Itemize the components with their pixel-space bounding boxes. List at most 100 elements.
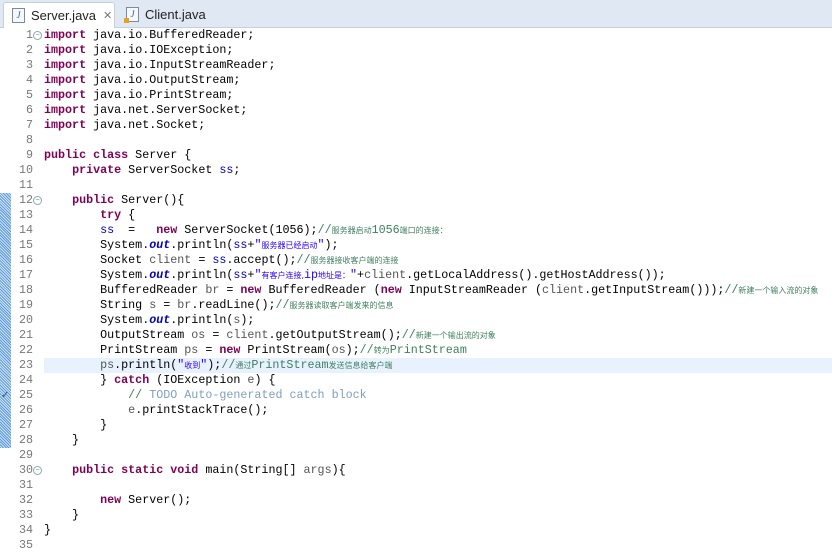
line-number: 16 [18, 253, 33, 267]
code-token-cmtc: 新建一个输出流的对象 [415, 331, 496, 340]
code-line[interactable]: } [44, 433, 79, 448]
change-marker[interactable] [0, 193, 11, 448]
code-token-p: System. [44, 313, 150, 327]
code-line[interactable]: System.out.println(ss+"服务器已经启动"); [44, 238, 338, 253]
line-number: 25 [18, 388, 33, 402]
code-token-cmtc: 端口的连接： [399, 226, 448, 235]
code-token-p: .getOutputStream(); [268, 328, 402, 342]
fold-collapse-icon[interactable]: − [33, 196, 42, 205]
code-editor[interactable]: 1− import java.io.BufferedReader; 2 import … [0, 28, 832, 557]
code-token-cmt: PrintStream [251, 358, 329, 372]
code-token-p [44, 403, 128, 417]
code-line[interactable]: } [44, 418, 107, 433]
code-token-strc: 服务器已经启动 [261, 241, 318, 250]
code-line[interactable]: import java.net.ServerSocket; [44, 103, 247, 118]
tab-client-java[interactable]: J Client.java [118, 2, 218, 27]
code-line[interactable]: private ServerSocket ss; [44, 163, 240, 178]
code-token-p: .readLine(); [191, 298, 276, 312]
code-token-p: } [44, 523, 52, 537]
code-line[interactable]: String s = br.readLine();//服务器读取客户端发来的信息 [44, 298, 393, 313]
line-number: 1 [25, 28, 33, 42]
code-line[interactable]: import java.io.BufferedReader; [44, 28, 254, 43]
code-token-loc: ps [100, 358, 115, 372]
line-number: 3 [25, 58, 33, 72]
code-line[interactable]: } [44, 523, 51, 538]
line-number: 22 [18, 343, 33, 357]
code-token-kw: import [44, 58, 87, 72]
code-token-str: ip [304, 268, 319, 282]
code-token-loc: args [303, 463, 332, 477]
code-token-kw: public class [44, 148, 129, 162]
code-token-p: ); [345, 343, 360, 357]
code-token-cmt: // [128, 388, 150, 402]
code-token-loc: client [364, 268, 407, 282]
code-token-p: ; [233, 163, 241, 177]
code-line[interactable]: ss = new ServerSocket(1056);//服务器启动1056端… [44, 223, 448, 238]
code-token-cmt: 1056 [371, 223, 400, 237]
line-number: 35 [18, 538, 33, 552]
fold-collapse-icon[interactable]: − [33, 466, 42, 475]
code-token-p: } [44, 433, 80, 447]
code-line[interactable]: import java.io.OutputStream; [44, 73, 240, 88]
code-token-fld: ss [100, 223, 115, 237]
code-token-p: Server { [128, 148, 192, 162]
java-file-icon: J [12, 8, 25, 23]
code-token-kw: catch [114, 373, 150, 387]
code-line[interactable]: PrintStream ps = new PrintStream(os);//转… [44, 343, 467, 358]
code-line[interactable]: BufferedReader br = new BufferedReader (… [44, 283, 818, 298]
fold-collapse-icon[interactable]: − [33, 31, 42, 40]
line-number: 11 [18, 178, 33, 192]
code-line[interactable]: public static void main(String[] args){ [44, 463, 346, 478]
code-token-strc: 地址是： [318, 271, 351, 280]
code-line[interactable]: Socket client = ss.accept();//服务器接收客户端的连… [44, 253, 398, 268]
code-line[interactable]: ps.println("收到");//通过PrintStream发送信息给客户端 [44, 358, 393, 373]
code-token-kw: try [100, 208, 122, 222]
code-token-p [44, 388, 128, 402]
code-token-str: " [350, 268, 358, 282]
code-line[interactable]: // TODO Auto-generated catch block [44, 388, 366, 403]
code-token-cmtc: 发送信息给客户端 [328, 361, 393, 370]
code-token-kw: private [72, 163, 122, 177]
code-token-p: ); [207, 358, 222, 372]
code-line[interactable]: try { [44, 208, 135, 223]
code-token-p: Socket [44, 253, 150, 267]
code-token-cmt: // [221, 358, 236, 372]
tab-server-java[interactable]: J Server.java ✕ [3, 2, 115, 28]
code-token-p [44, 193, 72, 207]
code-token-p: OutputStream [44, 328, 192, 342]
code-line[interactable]: import java.io.IOException; [44, 43, 233, 58]
code-token-strc: 有客户连接, [261, 271, 304, 280]
code-token-p: Server(){ [114, 193, 185, 207]
line-number: 30 [18, 463, 33, 477]
line-number: 24 [18, 373, 33, 387]
code-token-fld: ss [233, 268, 248, 282]
code-line[interactable]: public class Server { [44, 148, 191, 163]
code-line[interactable]: OutputStream os = client.getOutputStream… [44, 328, 496, 343]
code-line[interactable]: import java.net.Socket; [44, 118, 205, 133]
code-token-p: java.io.PrintStream; [86, 88, 234, 102]
code-line[interactable]: System.out.println(s); [44, 313, 254, 328]
line-number: 23 [18, 358, 33, 372]
code-line[interactable]: e.printStackTrace(); [44, 403, 268, 418]
code-token-p: main(String[] [198, 463, 304, 477]
code-token-p: .printStackTrace(); [135, 403, 269, 417]
code-token-p: ServerSocket [121, 163, 220, 177]
line-number: 10 [18, 163, 33, 177]
code-token-cmt: // [296, 253, 311, 267]
code-line[interactable]: public Server(){ [44, 193, 184, 208]
code-line[interactable]: new Server(); [44, 493, 191, 508]
code-token-loc: client [149, 253, 192, 267]
code-token-p: System. [44, 268, 150, 282]
code-line[interactable]: } [44, 508, 79, 523]
code-line[interactable]: import java.io.PrintStream; [44, 88, 233, 103]
line-number: 29 [18, 448, 33, 462]
code-line[interactable]: System.out.println(ss+"有客户连接,ip地址是："+cli… [44, 268, 666, 283]
code-line[interactable]: } catch (IOException e) { [44, 373, 275, 388]
code-token-kw: public [72, 193, 115, 207]
line-number: 21 [18, 328, 33, 342]
code-token-p: .accept(); [226, 253, 297, 267]
task-marker-icon[interactable]: ✓ [1, 391, 10, 401]
code-line[interactable]: import java.io.InputStreamReader; [44, 58, 275, 73]
close-tab-icon[interactable]: ✕ [103, 9, 112, 22]
code-token-loc: br [205, 283, 220, 297]
